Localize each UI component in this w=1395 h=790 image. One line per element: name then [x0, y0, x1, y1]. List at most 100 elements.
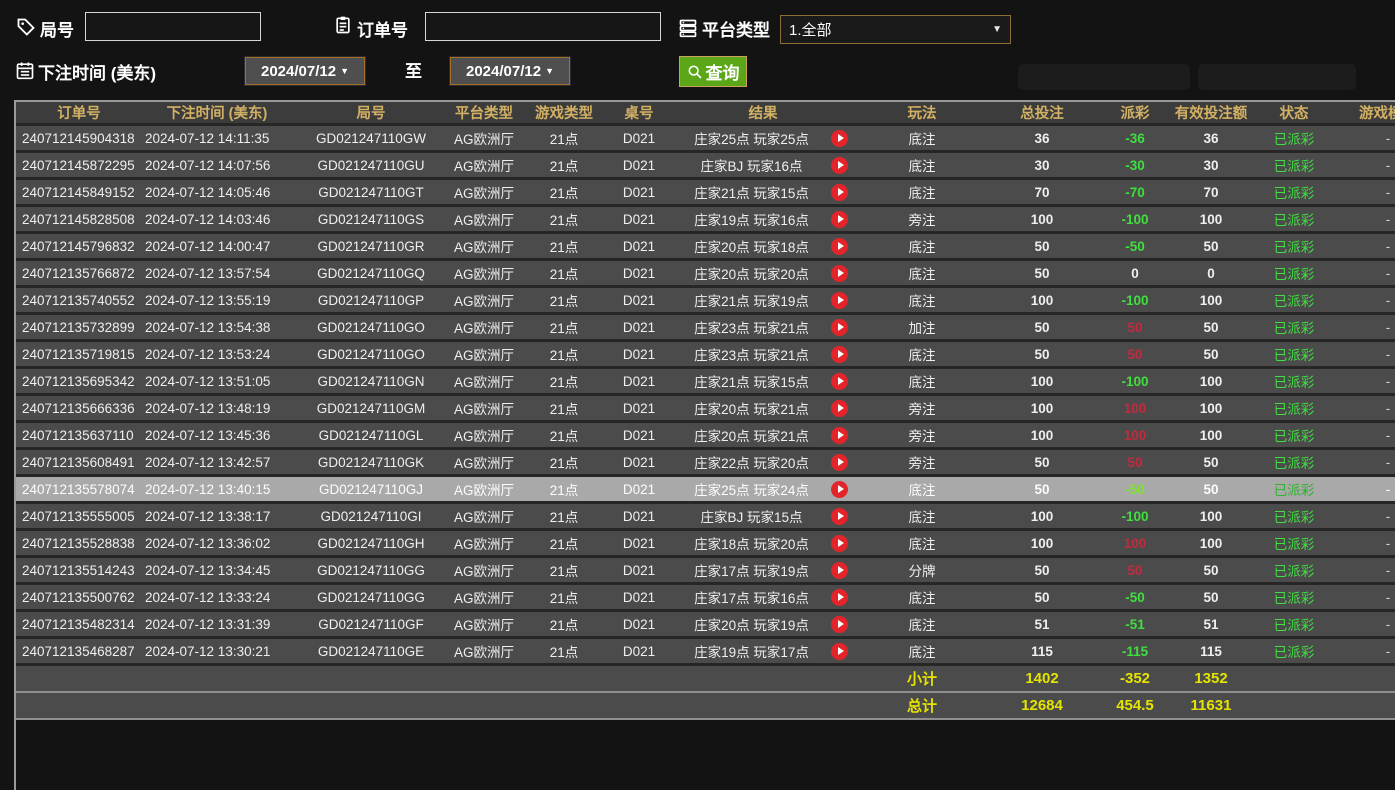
bet-time: 2024-07-12 13:54:38: [142, 315, 292, 342]
order-id: 240712145796832: [16, 234, 142, 261]
play-video-icon[interactable]: [831, 643, 848, 660]
play-video-icon[interactable]: [831, 319, 848, 336]
round-id: GD021247110GS: [292, 207, 450, 234]
order-input[interactable]: [425, 12, 661, 41]
play-video-icon[interactable]: [831, 427, 848, 444]
table-row[interactable]: 2407121458722952024-07-12 14:07:56GD0212…: [16, 153, 1395, 180]
valid-bet: 30: [1172, 153, 1250, 180]
table-row[interactable]: 2407121357328992024-07-12 13:54:38GD0212…: [16, 315, 1395, 342]
filter-bar: 局号 订单号 平台类型 1.全部 ▼ 下注时间 (美东) 2024/07/12 …: [0, 0, 1395, 100]
total-bet: 70: [986, 180, 1098, 207]
game-mode: -: [1338, 180, 1395, 207]
result-cell: 庄家19点 玩家16点: [668, 207, 858, 234]
play-video-icon[interactable]: [831, 157, 848, 174]
table-row[interactable]: 2407121458285082024-07-12 14:03:46GD0212…: [16, 207, 1395, 234]
payout: 100: [1098, 423, 1172, 450]
result-text: 庄家20点 玩家20点: [672, 263, 831, 283]
play-video-icon[interactable]: [831, 373, 848, 390]
table-row[interactable]: 2407121355288382024-07-12 13:36:02GD0212…: [16, 531, 1395, 558]
summary-valid-bet: 1352: [1172, 666, 1250, 693]
play-video-icon[interactable]: [831, 265, 848, 282]
play-video-icon[interactable]: [831, 184, 848, 201]
table-no: D021: [610, 207, 668, 234]
table-row[interactable]: 2407121356084912024-07-12 13:42:57GD0212…: [16, 450, 1395, 477]
table-row[interactable]: 2407121355007622024-07-12 13:33:24GD0212…: [16, 585, 1395, 612]
result-cell: 庄家20点 玩家19点: [668, 612, 858, 639]
column-header-4: 平台类型: [450, 102, 518, 126]
play-video-icon[interactable]: [831, 589, 848, 606]
table-row[interactable]: 2407121459043182024-07-12 14:11:35GD0212…: [16, 126, 1395, 153]
table-row[interactable]: 2407121355550052024-07-12 13:38:17GD0212…: [16, 504, 1395, 531]
play-video-icon[interactable]: [831, 211, 848, 228]
date-to-select[interactable]: 2024/07/12 ▼: [450, 57, 570, 85]
status: 已派彩: [1250, 612, 1338, 639]
table-row[interactable]: 2407121354823142024-07-12 13:31:39GD0212…: [16, 612, 1395, 639]
platform-type: AG欧洲厅: [450, 531, 518, 558]
play-type: 底注: [858, 153, 986, 180]
bet-time: 2024-07-12 13:30:21: [142, 639, 292, 666]
status: 已派彩: [1250, 531, 1338, 558]
play-video-icon[interactable]: [831, 508, 848, 525]
search-icon: [687, 64, 703, 80]
play-video-icon[interactable]: [831, 454, 848, 471]
date-from-select[interactable]: 2024/07/12 ▼: [245, 57, 365, 85]
result-text: 庄家BJ 玩家16点: [672, 155, 831, 175]
chevron-down-icon: ▼: [545, 66, 554, 76]
status: 已派彩: [1250, 504, 1338, 531]
column-header-11: 有效投注额: [1172, 102, 1250, 126]
table-row[interactable]: 2407121457968322024-07-12 14:00:47GD0212…: [16, 234, 1395, 261]
result-cell: 庄家18点 玩家20点: [668, 531, 858, 558]
round-id: GD021247110GP: [292, 288, 450, 315]
search-button-label: 查询: [706, 59, 740, 84]
play-video-icon[interactable]: [831, 400, 848, 417]
table-no: D021: [610, 477, 668, 504]
platform-type: AG欧洲厅: [450, 639, 518, 666]
summary-total-bet: 1402: [986, 666, 1098, 693]
game-mode: -: [1338, 342, 1395, 369]
platform-type: AG欧洲厅: [450, 180, 518, 207]
date-to-label: 至: [405, 57, 422, 82]
play-video-icon[interactable]: [831, 130, 848, 147]
play-video-icon[interactable]: [831, 535, 848, 552]
game-type: 21点: [518, 531, 610, 558]
play-video-icon[interactable]: [831, 616, 848, 633]
status: 已派彩: [1250, 342, 1338, 369]
platform-select[interactable]: 1.全部 ▼: [780, 15, 1011, 44]
status: 已派彩: [1250, 639, 1338, 666]
search-button[interactable]: 查询: [679, 56, 747, 87]
table-row[interactable]: 2407121357668722024-07-12 13:57:54GD0212…: [16, 261, 1395, 288]
play-video-icon[interactable]: [831, 292, 848, 309]
valid-bet: 115: [1172, 639, 1250, 666]
result-cell: 庄家25点 玩家24点: [668, 477, 858, 504]
table-row[interactable]: 2407121356953422024-07-12 13:51:05GD0212…: [16, 369, 1395, 396]
round-input[interactable]: [85, 12, 261, 41]
column-header-9: 总投注: [986, 102, 1098, 126]
table-row[interactable]: 2407121354682872024-07-12 13:30:21GD0212…: [16, 639, 1395, 666]
result-text: 庄家21点 玩家19点: [672, 290, 831, 310]
result-text: 庄家17点 玩家19点: [672, 560, 831, 580]
result-cell: 庄家19点 玩家17点: [668, 639, 858, 666]
payout: -115: [1098, 639, 1172, 666]
table-row[interactable]: 2407121355780742024-07-12 13:40:15GD0212…: [16, 477, 1395, 504]
payout: -100: [1098, 369, 1172, 396]
table-row[interactable]: 2407121356371102024-07-12 13:45:36GD0212…: [16, 423, 1395, 450]
background-panel: [1198, 64, 1356, 90]
table-row[interactable]: 2407121357198152024-07-12 13:53:24GD0212…: [16, 342, 1395, 369]
table-no: D021: [610, 315, 668, 342]
date-to-value: 2024/07/12: [466, 63, 541, 80]
game-type: 21点: [518, 558, 610, 585]
table-row[interactable]: 2407121355142432024-07-12 13:34:45GD0212…: [16, 558, 1395, 585]
play-type: 底注: [858, 531, 986, 558]
result-cell: 庄家17点 玩家16点: [668, 585, 858, 612]
play-video-icon[interactable]: [831, 346, 848, 363]
play-video-icon[interactable]: [831, 481, 848, 498]
platform-type: AG欧洲厅: [450, 423, 518, 450]
result-text: 庄家20点 玩家21点: [672, 398, 831, 418]
table-row[interactable]: 2407121356663362024-07-12 13:48:19GD0212…: [16, 396, 1395, 423]
play-video-icon[interactable]: [831, 238, 848, 255]
table-row[interactable]: 2407121458491522024-07-12 14:05:46GD0212…: [16, 180, 1395, 207]
game-type: 21点: [518, 450, 610, 477]
result-text: 庄家17点 玩家16点: [672, 587, 831, 607]
table-row[interactable]: 2407121357405522024-07-12 13:55:19GD0212…: [16, 288, 1395, 315]
play-video-icon[interactable]: [831, 562, 848, 579]
